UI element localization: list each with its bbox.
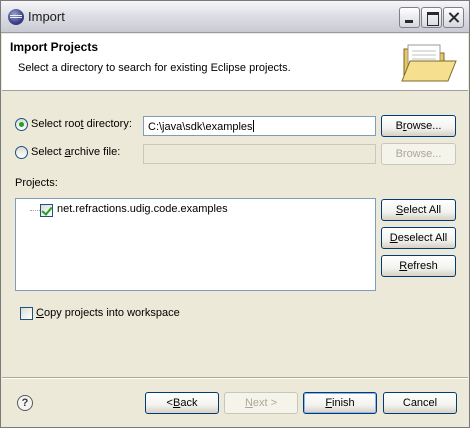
minimize-button[interactable] — [399, 7, 420, 28]
copy-into-workspace-label[interactable]: Copy projects into workspace — [36, 307, 180, 319]
import-dialog: Import Import Projects Select a director… — [0, 0, 470, 428]
cancel-button[interactable]: Cancel — [383, 392, 457, 414]
archive-file-label[interactable]: Select archive file: — [31, 146, 120, 158]
root-directory-input[interactable]: C:\java\sdk\examples — [143, 116, 376, 136]
window-title: Import — [28, 9, 65, 24]
project-name: net.refractions.udig.code.examples — [57, 203, 228, 215]
text-caret — [252, 120, 254, 132]
help-icon[interactable]: ? — [17, 395, 33, 411]
browse-archive-button[interactable]: Browse... — [381, 143, 456, 165]
close-button[interactable] — [443, 7, 464, 28]
title-bar[interactable]: Import — [1, 1, 469, 33]
root-directory-radio[interactable] — [15, 118, 28, 131]
finish-button[interactable]: Finish — [303, 392, 377, 414]
eclipse-icon — [8, 9, 24, 25]
deselect-all-button[interactable]: Deselect All — [381, 227, 456, 249]
footer-separator — [2, 377, 468, 379]
copy-into-workspace-checkbox[interactable] — [20, 307, 33, 320]
banner-title: Import Projects — [10, 40, 99, 54]
browse-root-button[interactable]: Br owse... — [381, 115, 456, 137]
archive-file-radio[interactable] — [15, 146, 28, 159]
banner-description: Select a directory to search for existin… — [18, 62, 291, 74]
maximize-button[interactable] — [421, 7, 442, 28]
projects-label: Projects: — [15, 177, 58, 189]
select-all-button[interactable]: Select All — [381, 199, 456, 221]
refresh-button[interactable]: Refresh — [381, 255, 456, 277]
root-directory-label[interactable]: Select root directory: — [31, 118, 132, 130]
archive-file-input[interactable] — [143, 144, 376, 164]
projects-list[interactable]: net.refractions.udig.code.examples — [15, 198, 376, 291]
wizard-banner: Import Projects Select a directory to se… — [2, 34, 468, 91]
open-folder-icon — [401, 44, 457, 82]
next-button[interactable]: Next > — [224, 392, 298, 414]
back-button[interactable]: < Back — [145, 392, 219, 414]
project-checkbox[interactable] — [40, 204, 53, 217]
